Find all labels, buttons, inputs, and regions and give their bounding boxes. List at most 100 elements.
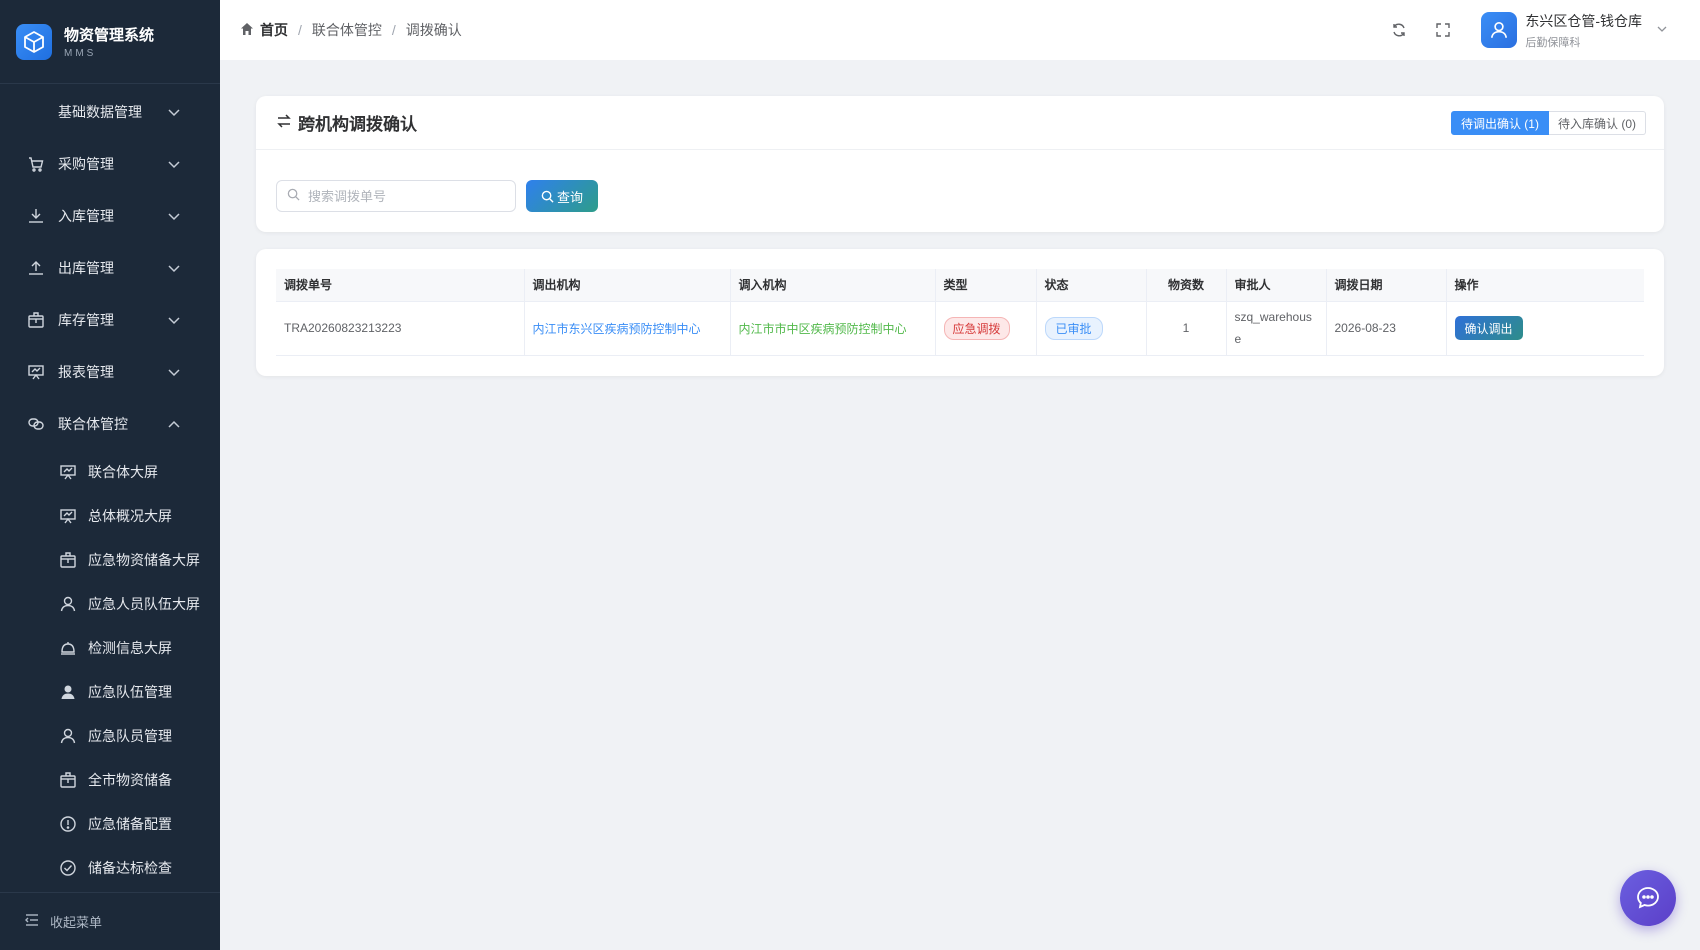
sidebar-subitem-label: 应急储备配置 — [88, 816, 172, 832]
sidebar-subitem-label: 应急队伍管理 — [88, 684, 172, 700]
check-circle-icon — [58, 858, 78, 878]
confirm-outbound-button[interactable]: 确认调出 — [1454, 316, 1523, 340]
sidebar-subitem-label: 应急队员管理 — [88, 728, 172, 744]
search-row: 查询 — [256, 150, 1664, 212]
sidebar-item-label: 联合体管控 — [58, 416, 128, 432]
user-filled-icon — [58, 682, 78, 702]
presentation-icon — [26, 362, 46, 382]
download-icon — [26, 206, 46, 226]
sidebar-subitem-team-screen[interactable]: 应急人员队伍大屏 — [0, 582, 220, 626]
chevron-down-icon — [166, 208, 182, 224]
sidebar-item-label: 库存管理 — [58, 312, 114, 328]
refresh-icon[interactable] — [1387, 18, 1411, 42]
sidebar-subitem-label: 联合体大屏 — [88, 464, 158, 480]
sidebar-subitem-member-manage[interactable]: 应急队员管理 — [0, 714, 220, 758]
page-title: 跨机构调拨确认 — [298, 115, 417, 134]
breadcrumb-current: 调拨确认 — [405, 22, 462, 38]
box-icon — [26, 310, 46, 330]
chevron-down-icon — [1656, 22, 1668, 38]
sidebar-item-label: 报表管理 — [58, 364, 114, 380]
menu-fold-icon — [24, 912, 40, 931]
search-icon — [287, 188, 300, 204]
column-header: 状态 — [1036, 269, 1147, 302]
chevron-down-icon — [166, 312, 182, 328]
from-org-link[interactable]: 内江市东兴区疾病预防控制中心 — [533, 322, 701, 336]
breadcrumb-home[interactable]: 首页 — [240, 20, 288, 40]
user-menu[interactable]: 东兴区仓管-钱仓库 后勤保障科 — [1481, 11, 1668, 50]
sidebar-subitem-label: 全市物资储备 — [88, 772, 172, 788]
search-box — [276, 180, 516, 212]
app-logo: 物资管理系统 MMS — [0, 0, 220, 84]
sidebar-item-inventory[interactable]: 库存管理 — [0, 294, 220, 346]
chevron-up-icon — [166, 416, 182, 432]
sidebar-subitem-label: 应急物资储备大屏 — [88, 552, 200, 568]
sidebar-item-inbound[interactable]: 入库管理 — [0, 190, 220, 242]
card-header: 跨机构调拨确认 待调出确认 (1) 待入库确认 (0) — [256, 96, 1664, 150]
column-header: 类型 — [935, 269, 1037, 302]
link-icon — [26, 414, 46, 434]
column-header: 调拨日期 — [1326, 269, 1447, 302]
user-icon — [58, 594, 78, 614]
transfer-id: TRA20260823213223 — [276, 301, 525, 356]
breadcrumb-home-label: 首页 — [260, 22, 288, 38]
sidebar-item-basic-data[interactable]: 基础数据管理 — [0, 86, 220, 138]
type-badge: 应急调拨 — [943, 316, 1010, 340]
column-header: 操作 — [1446, 269, 1644, 302]
transfer-icon — [276, 113, 292, 132]
table-header-row: 调拨单号 调出机构 调入机构 类型 状态 物资数 审批人 调拨日期 操作 — [276, 269, 1644, 302]
sidebar-subitem-compliance-check[interactable]: 储备达标检查 — [0, 846, 220, 890]
sidebar-item-purchase[interactable]: 采购管理 — [0, 138, 220, 190]
sidebar-subitem-detection-screen[interactable]: 检测信息大屏 — [0, 626, 220, 670]
to-org-link[interactable]: 内江市市中区疾病预防控制中心 — [739, 322, 907, 336]
sidebar-subitem-reserve-screen[interactable]: 应急物资储备大屏 — [0, 538, 220, 582]
sidebar-item-outbound[interactable]: 出库管理 — [0, 242, 220, 294]
transfer-table: 调拨单号 调出机构 调入机构 类型 状态 物资数 审批人 调拨日期 操作 TRA… — [276, 269, 1644, 356]
column-header: 调出机构 — [524, 269, 731, 302]
table-card: 调拨单号 调出机构 调入机构 类型 状态 物资数 审批人 调拨日期 操作 TRA… — [256, 249, 1664, 376]
sidebar-subitem-reserve-config[interactable]: 应急储备配置 — [0, 802, 220, 846]
chevron-down-icon — [166, 364, 182, 380]
search-input[interactable] — [308, 188, 508, 204]
app-title: 物资管理系统 — [64, 27, 155, 44]
approver: szq_warehouse — [1234, 310, 1312, 346]
status-badge: 已审批 — [1044, 316, 1103, 340]
breadcrumb-level1[interactable]: 联合体管控 — [312, 20, 382, 40]
column-header: 调拨单号 — [276, 269, 525, 302]
table-row: TRA20260823213223 内江市东兴区疾病预防控制中心 内江市市中区疾… — [276, 301, 1644, 356]
screen-icon — [58, 462, 78, 482]
item-count: 1 — [1146, 301, 1227, 356]
cube-logo-icon — [16, 23, 52, 60]
tab-group: 待调出确认 (1) 待入库确认 (0) — [1450, 111, 1646, 135]
chevron-down-icon — [166, 104, 182, 120]
breadcrumb-separator: / — [298, 22, 302, 38]
user-dept: 后勤保障科 — [1525, 36, 1581, 49]
user-name: 东兴区仓管-钱仓库 — [1525, 12, 1642, 29]
sidebar-subitem-label: 应急人员队伍大屏 — [88, 596, 200, 612]
screen-icon — [58, 506, 78, 526]
chevron-down-icon — [166, 260, 182, 276]
home-icon — [240, 22, 254, 39]
tab-pending-inbound[interactable]: 待入库确认 (0) — [1548, 111, 1646, 135]
user-icon — [58, 726, 78, 746]
avatar — [1481, 12, 1518, 48]
sidebar-subitem-overview-screen[interactable]: 总体概况大屏 — [0, 494, 220, 538]
sidebar-subitem-city-reserve[interactable]: 全市物资储备 — [0, 758, 220, 802]
sidebar-menu: 基础数据管理 采购管理 入库管理 出库管理 库存管理 报表管理 联合体管控 联合… — [0, 84, 220, 890]
collapse-menu-button[interactable]: 收起菜单 — [0, 892, 220, 950]
chevron-down-icon — [166, 156, 182, 172]
query-button[interactable]: 查询 — [526, 180, 598, 212]
box-icon — [58, 770, 78, 790]
sidebar-subitem-team-manage[interactable]: 应急队伍管理 — [0, 670, 220, 714]
sidebar-item-label: 入库管理 — [58, 208, 114, 224]
sidebar-item-reports[interactable]: 报表管理 — [0, 346, 220, 398]
sidebar-item-consortium[interactable]: 联合体管控 — [0, 398, 220, 450]
tab-pending-outbound[interactable]: 待调出确认 (1) — [1450, 111, 1549, 135]
sidebar-subitem-label: 储备达标检查 — [88, 860, 172, 876]
sidebar-subitem-consortium-screen[interactable]: 联合体大屏 — [0, 450, 220, 494]
column-header: 物资数 — [1146, 269, 1227, 302]
fullscreen-icon[interactable] — [1431, 18, 1455, 42]
header-actions: 东兴区仓管-钱仓库 后勤保障科 — [1387, 0, 1700, 60]
chat-assistant-button[interactable] — [1620, 870, 1676, 926]
cart-icon — [26, 154, 46, 174]
column-header: 调入机构 — [730, 269, 936, 302]
